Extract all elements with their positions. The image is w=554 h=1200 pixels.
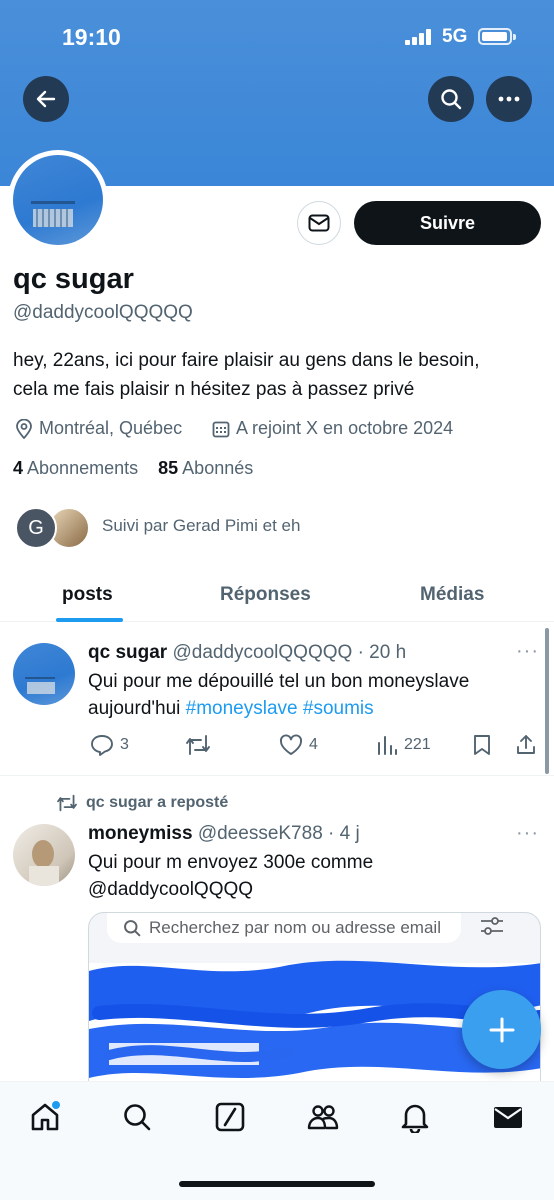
- post-more-icon[interactable]: ···: [516, 822, 539, 845]
- messages-icon[interactable]: [492, 1101, 524, 1133]
- bookmark-icon: [474, 735, 490, 755]
- communities-icon[interactable]: [307, 1101, 339, 1133]
- media-search-placeholder: Recherchez par nom ou adresse email: [149, 918, 441, 937]
- post-text-line: Qui pour m envoyez 300e comme: [88, 852, 374, 873]
- profile-handle: @daddycoolQQQQQ: [13, 302, 193, 323]
- post-avatar-image: [29, 840, 59, 886]
- share-button[interactable]: [515, 733, 537, 755]
- post-text-line: aujourd'hui #moneyslave #soumis: [88, 695, 528, 722]
- follower-avatar-letter: G: [15, 507, 57, 549]
- post-avatar-image: [25, 677, 55, 694]
- display-name: qc sugar: [13, 263, 134, 295]
- more-icon: [498, 96, 520, 102]
- post-time: · 4 j: [328, 823, 360, 844]
- location-icon: [16, 418, 32, 439]
- post-handle: @daddycoolQQQQQ: [172, 642, 353, 663]
- retweet-button[interactable]: [185, 734, 211, 756]
- battery-icon: [478, 28, 516, 45]
- joined-text: A rejoint X en octobre 2024: [236, 418, 454, 438]
- scrollbar[interactable]: [545, 628, 549, 774]
- post-text-line: @daddycoolQQQQ: [88, 879, 254, 900]
- home-icon[interactable]: [29, 1101, 61, 1133]
- post-avatar[interactable]: [13, 643, 75, 705]
- network-label: 5G: [442, 26, 468, 47]
- share-icon: [517, 735, 535, 754]
- profile-tabs: posts Réponses Médias: [0, 570, 554, 622]
- reply-icon: [91, 735, 113, 756]
- repost-indicator[interactable]: qc sugar a reposté: [56, 794, 228, 812]
- hashtag-link[interactable]: #moneyslave: [186, 698, 298, 719]
- active-tab-indicator: [56, 618, 123, 622]
- profile-location: Montréal, Québec: [15, 418, 182, 439]
- post-more-icon[interactable]: ···: [516, 640, 539, 663]
- signal-icon: [405, 29, 431, 45]
- views-count: 221: [404, 736, 431, 753]
- repost-label: qc sugar a reposté: [86, 794, 229, 811]
- following-stat[interactable]: 4 Abonnements: [13, 458, 138, 478]
- views-button[interactable]: 221: [376, 734, 431, 756]
- message-button[interactable]: [297, 201, 341, 245]
- post-media[interactable]: Recherchez par nom ou adresse email: [88, 912, 541, 1087]
- profile-stats: 4 Abonnements 85 Abonnés: [13, 458, 253, 479]
- media-search-bar: Recherchez par nom ou adresse email: [107, 913, 461, 943]
- following-label: Abonnements: [27, 458, 139, 478]
- retweet-icon: [186, 735, 210, 755]
- retweet-icon: [57, 794, 77, 812]
- grok-icon[interactable]: [214, 1101, 246, 1133]
- profile-avatar[interactable]: [8, 150, 108, 250]
- home-indicator[interactable]: [179, 1181, 375, 1187]
- like-icon: [280, 734, 302, 755]
- mail-icon: [308, 214, 330, 232]
- avatar-image: [31, 201, 75, 227]
- post-handle: @deesseK788: [197, 823, 323, 844]
- tab-media[interactable]: Médias: [420, 584, 484, 606]
- explore-icon[interactable]: [121, 1101, 153, 1133]
- post-text-prefix: aujourd'hui: [88, 698, 186, 719]
- views-icon: [378, 736, 397, 755]
- following-count: 4: [13, 458, 24, 478]
- bookmark-button[interactable]: [472, 734, 492, 756]
- back-arrow-icon: [36, 90, 56, 108]
- follow-button[interactable]: Suivre: [354, 201, 541, 245]
- post-text: Qui pour me dépouillé tel un bon moneysl…: [88, 668, 528, 722]
- tab-posts[interactable]: posts: [62, 584, 113, 606]
- back-button[interactable]: [23, 76, 69, 122]
- bio-line: cela me fais plaisir n hésitez pas à pas…: [13, 379, 415, 400]
- post-avatar[interactable]: [13, 824, 75, 886]
- post-author[interactable]: qc sugar: [88, 642, 167, 663]
- reply-count: 3: [120, 736, 129, 753]
- status-time: 19:10: [62, 24, 121, 50]
- followers-count: 85: [158, 458, 179, 478]
- post-header: moneymiss @deesseK788 · 4 j: [88, 823, 360, 845]
- post-author[interactable]: moneymiss: [88, 823, 193, 844]
- filter-icon: [481, 917, 503, 935]
- like-count: 4: [309, 736, 318, 753]
- more-options-button[interactable]: [486, 76, 532, 122]
- search-icon: [124, 920, 141, 937]
- post-time: · 20 h: [357, 642, 407, 663]
- followers-stat[interactable]: 85 Abonnés: [158, 458, 253, 478]
- tab-replies[interactable]: Réponses: [220, 584, 311, 606]
- followed-by-text[interactable]: Suivi par Gerad Pimi et eh: [102, 516, 300, 536]
- like-button[interactable]: 4: [279, 734, 318, 756]
- post-header: qc sugar @daddycoolQQQQQ · 20 h: [88, 642, 406, 664]
- followers-label: Abonnés: [182, 458, 254, 478]
- notifications-icon[interactable]: [399, 1101, 431, 1133]
- profile-joined: A rejoint X en octobre 2024: [212, 418, 453, 439]
- calendar-icon: [212, 421, 230, 437]
- plus-icon: [489, 1017, 514, 1042]
- post-text-line: Qui pour me dépouillé tel un bon moneysl…: [88, 671, 470, 692]
- location-text: Montréal, Québec: [39, 418, 183, 438]
- profile-bio: hey, 22ans, ici pour faire plaisir au ge…: [13, 346, 543, 404]
- hashtag-link[interactable]: #soumis: [303, 698, 374, 719]
- search-button[interactable]: [428, 76, 474, 122]
- compose-button[interactable]: [462, 990, 541, 1069]
- post-divider: [0, 775, 554, 776]
- reply-button[interactable]: 3: [90, 734, 129, 756]
- search-icon: [441, 89, 462, 110]
- post-text: Qui pour m envoyez 300e comme @daddycool…: [88, 849, 528, 903]
- bio-line: hey, 22ans, ici pour faire plaisir au ge…: [13, 350, 480, 371]
